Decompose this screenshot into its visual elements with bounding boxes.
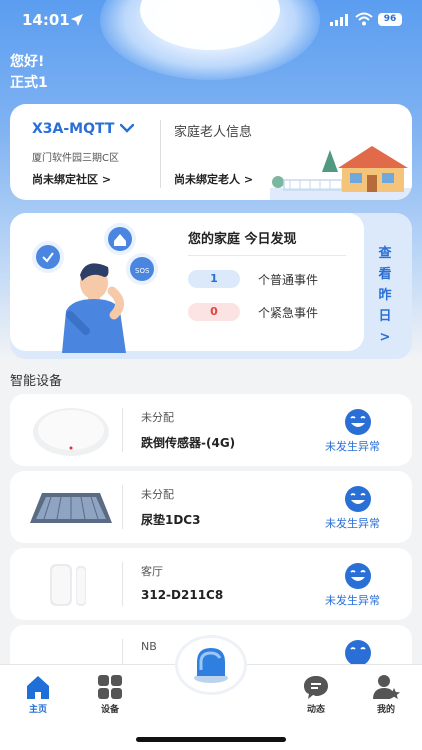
tab-home-label: 主页 <box>28 705 47 715</box>
tab-activity-label: 动态 <box>306 705 325 715</box>
view-yesterday-char: 日 <box>378 309 392 324</box>
smile-status-icon <box>345 640 371 666</box>
bind-community-link[interactable]: 尚未绑定社区 > <box>32 171 111 187</box>
pad-image <box>30 493 112 523</box>
home-info-card: X3A-MQTT 厦门软件园三期C区 尚未绑定社区 > 家庭老人信息 尚未绑定老… <box>10 104 412 200</box>
thinking-person-illustration: SOS <box>32 223 158 353</box>
events-title: 您的家庭 今日发现 <box>188 232 297 247</box>
view-yesterday-button[interactable]: 查 看 昨 日 > <box>374 243 396 348</box>
device-card[interactable]: 未分配 尿垫1DC3 未发生异常 <box>10 471 412 543</box>
smile-status-icon <box>345 486 371 512</box>
device-status: 未发生异常 <box>325 594 380 607</box>
wifi-icon <box>355 12 373 26</box>
tab-mine-label: 我的 <box>376 705 395 715</box>
device-location: 客厅 <box>141 565 163 578</box>
user-icon <box>373 675 400 699</box>
today-events-card: SOS 您的家庭 今日发现 1 个普通事件 0 个紧急事件 查 看 昨 日 > <box>10 213 412 359</box>
device-status: 未发生异常 <box>325 517 380 530</box>
status-bar: 14:01 96 <box>0 0 422 40</box>
chat-icon <box>304 676 328 699</box>
device-divider <box>122 408 123 452</box>
urgent-event-count[interactable]: 0 <box>188 303 240 321</box>
grid-icon <box>98 675 122 699</box>
bind-elder-link[interactable]: 尚未绑定老人 > <box>174 171 253 187</box>
tab-mine[interactable]: 我的 <box>356 673 416 715</box>
tab-activity[interactable]: 动态 <box>286 673 346 715</box>
device-location: 未分配 <box>141 488 174 501</box>
device-card[interactable]: 未分配 跌倒传感器-(4G) 未发生异常 <box>10 394 412 466</box>
home-indicator <box>136 737 286 742</box>
urgent-event-label: 个紧急事件 <box>258 306 319 320</box>
card-divider <box>160 120 161 188</box>
home-icon <box>27 676 49 699</box>
svg-text:SOS: SOS <box>135 267 150 275</box>
device-divider <box>122 485 123 529</box>
events-summary: SOS 您的家庭 今日发现 1 个普通事件 0 个紧急事件 <box>10 213 364 353</box>
normal-event-label: 个普通事件 <box>258 273 319 287</box>
chevron-down-icon[interactable] <box>120 123 134 133</box>
fall-sensor-image <box>33 408 109 456</box>
tab-devices-label: 设备 <box>100 705 119 715</box>
tab-devices[interactable]: 设备 <box>80 673 140 715</box>
view-yesterday-arrow: > <box>379 330 391 345</box>
status-time: 14:01 <box>22 11 70 29</box>
device-card[interactable]: 客厅 312-D211C8 未发生异常 <box>10 548 412 620</box>
device-location: 未分配 <box>141 411 174 424</box>
greeting: 您好! 正式1 <box>10 52 48 94</box>
events-divider <box>188 255 346 256</box>
device-address: 厦门软件园三期C区 <box>32 153 119 164</box>
smart-devices-title: 智能设备 <box>10 374 63 389</box>
view-yesterday-char: 看 <box>378 267 392 282</box>
smile-status-icon <box>345 409 371 435</box>
house-illustration <box>270 146 412 200</box>
tab-home[interactable]: 主页 <box>8 673 68 715</box>
greeting-username: 正式1 <box>10 75 48 91</box>
device-name: 跌倒传感器-(4G) <box>141 436 236 450</box>
normal-event-count[interactable]: 1 <box>188 270 240 288</box>
battery-indicator: 96 <box>378 13 402 26</box>
signal-icon <box>330 14 348 26</box>
device-name: 312-D211C8 <box>141 588 224 602</box>
device-location: NB <box>141 640 157 653</box>
smile-status-icon <box>345 563 371 589</box>
view-yesterday-char: 查 <box>378 246 392 261</box>
alarm-light-icon <box>194 648 228 683</box>
greeting-hello: 您好! <box>10 54 45 70</box>
elder-info-title: 家庭老人信息 <box>174 125 253 140</box>
location-arrow-icon <box>71 14 83 26</box>
center-alarm-button[interactable] <box>178 638 244 692</box>
device-divider <box>122 562 123 606</box>
view-yesterday-char: 昨 <box>378 288 392 303</box>
door-sensor-image <box>50 564 86 606</box>
device-selector[interactable]: X3A-MQTT <box>32 121 114 137</box>
device-status: 未发生异常 <box>325 440 380 453</box>
device-name: 尿垫1DC3 <box>141 513 201 527</box>
